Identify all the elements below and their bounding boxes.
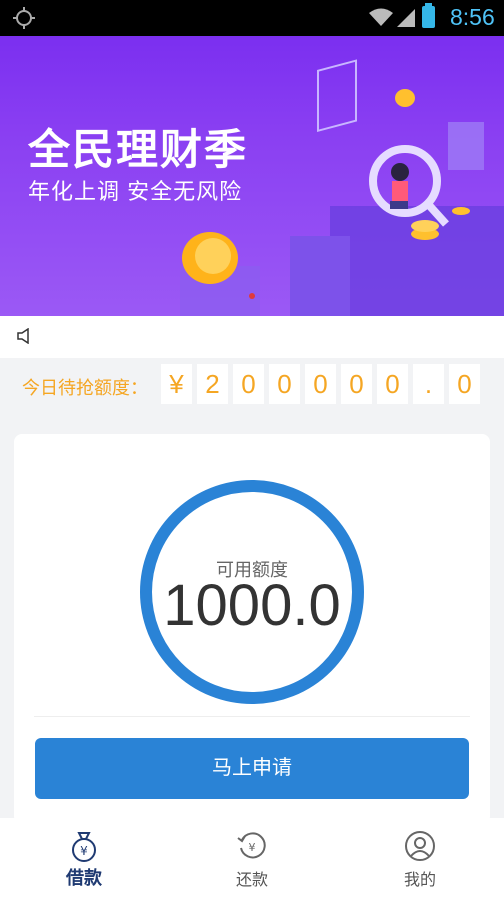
tab-label: 我的 — [403, 872, 436, 889]
quota-digit: 0 — [305, 364, 336, 404]
quota-row: 今日待抢额度： ¥ 2 0 0 0 0 0 . 0 — [0, 358, 504, 418]
status-bar: 8:56 — [0, 0, 504, 36]
tab-label: 还款 — [235, 872, 268, 889]
credit-value: 1000.0 — [163, 573, 341, 638]
divider — [34, 716, 470, 717]
repay-icon: ¥ — [237, 832, 266, 859]
apply-button[interactable]: 马上申请 — [35, 738, 469, 799]
notice-bar[interactable] — [0, 316, 504, 358]
quota-digit: 2 — [197, 364, 228, 404]
quota-digit: ¥ — [161, 364, 192, 404]
wifi-icon — [369, 8, 393, 26]
banner-subtitle: 年化上调 安全无风险 — [28, 179, 243, 204]
quota-digit: 0 — [341, 364, 372, 404]
svg-text:¥: ¥ — [80, 844, 88, 858]
quota-digit: 0 — [449, 364, 480, 404]
svg-text:¥: ¥ — [249, 841, 256, 854]
tab-repay[interactable]: ¥ 还款 — [168, 818, 336, 897]
loan-bag-icon: ¥ — [72, 832, 96, 862]
quota-digit: 0 — [377, 364, 408, 404]
battery-icon — [422, 3, 435, 28]
quota-digits: ¥ 2 0 0 0 0 0 . 0 — [161, 364, 480, 404]
quota-digit: . — [413, 364, 444, 404]
profile-icon — [405, 831, 435, 861]
promo-banner[interactable]: 全民理财季 年化上调 安全无风险 — [0, 36, 504, 316]
quota-label: 今日待抢额度： — [22, 378, 148, 398]
quota-digit: 0 — [233, 364, 264, 404]
clock: 8:56 — [450, 4, 495, 30]
banner-title: 全民理财季 — [28, 126, 249, 173]
speaker-icon — [17, 328, 29, 344]
gps-icon — [13, 7, 35, 29]
tab-label: 借款 — [66, 868, 102, 888]
credit-card: 可用额度 1000.0 马上申请 — [14, 434, 490, 824]
quota-digit: 0 — [269, 364, 300, 404]
signal-icon — [397, 9, 415, 27]
tab-loan[interactable]: ¥ 借款 — [0, 818, 168, 897]
bottom-tab-bar: ¥ 借款 ¥ 还款 我的 — [0, 818, 504, 897]
tab-profile[interactable]: 我的 — [336, 818, 504, 897]
